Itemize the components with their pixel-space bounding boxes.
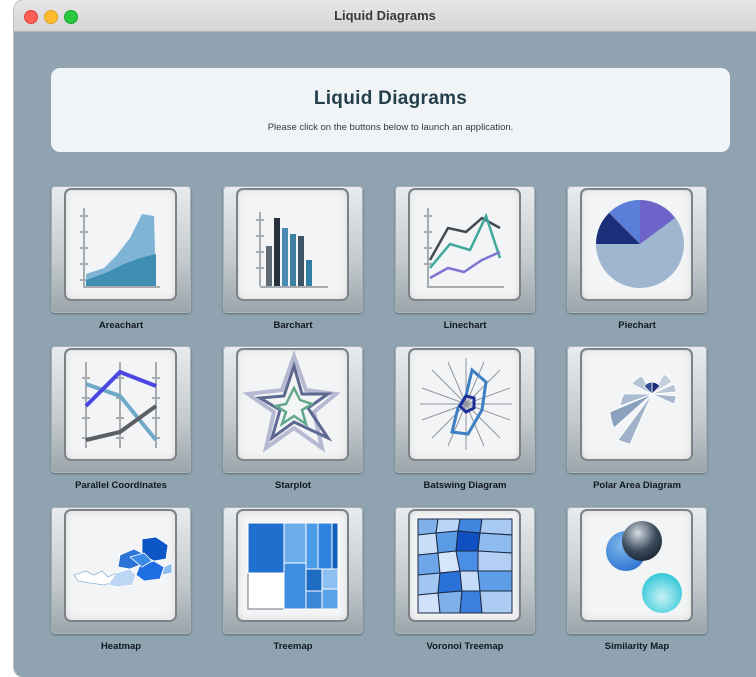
polar-area-diagram-icon <box>580 348 693 461</box>
parallel-coordinates-button[interactable]: Parallel Coordinates <box>51 346 191 491</box>
areachart-icon <box>64 188 177 301</box>
linechart-button[interactable]: Linechart <box>395 186 535 331</box>
barchart-label: Barchart <box>273 320 313 331</box>
barchart-icon <box>236 188 349 301</box>
similarity-map-label: Similarity Map <box>604 641 670 652</box>
piechart-button[interactable]: Piechart <box>567 186 707 331</box>
batswing-diagram-button[interactable]: Batswing Diagram <box>395 346 535 491</box>
header-panel: Liquid Diagrams Please click on the butt… <box>51 68 730 152</box>
areachart-label: Areachart <box>98 320 144 331</box>
heatmap-label: Heatmap <box>100 641 142 652</box>
similarity-map-button[interactable]: Similarity Map <box>567 507 707 652</box>
starplot-label: Starplot <box>275 480 311 491</box>
polar-area-diagram-label: Polar Area Diagram <box>593 480 681 491</box>
treemap-label: Treemap <box>273 641 313 652</box>
voronoi-treemap-label: Voronoi Treemap <box>426 641 504 652</box>
voronoi-treemap-button[interactable]: Voronoi Treemap <box>395 507 535 652</box>
linechart-label: Linechart <box>443 320 487 331</box>
piechart-label: Piechart <box>618 320 656 331</box>
treemap-button[interactable]: Treemap <box>223 507 363 652</box>
starplot-button[interactable]: Starplot <box>223 346 363 491</box>
title-bar: Liquid Diagrams <box>14 0 756 32</box>
heatmap-icon <box>64 509 177 622</box>
treemap-icon <box>236 509 349 622</box>
barchart-button[interactable]: Barchart <box>223 186 363 331</box>
heatmap-button[interactable]: Heatmap <box>51 507 191 652</box>
polar-area-diagram-button[interactable]: Polar Area Diagram <box>567 346 707 491</box>
window-title: Liquid Diagrams <box>334 8 436 23</box>
voronoi-treemap-icon <box>408 509 521 622</box>
parallel-coordinates-label: Parallel Coordinates <box>75 480 167 491</box>
similarity-map-icon <box>580 509 693 622</box>
batswing-diagram-icon <box>408 348 521 461</box>
page-title: Liquid Diagrams <box>313 88 468 109</box>
starplot-icon <box>236 348 349 461</box>
piechart-icon <box>580 188 693 301</box>
batswing-diagram-label: Batswing Diagram <box>423 480 507 491</box>
linechart-icon <box>408 188 521 301</box>
areachart-button[interactable]: Areachart <box>51 186 191 331</box>
parallel-coordinates-icon <box>64 348 177 461</box>
app-window: Liquid Diagrams Liquid Diagrams Please c… <box>14 0 756 677</box>
page-subtitle: Please click on the buttons below to lau… <box>267 122 514 133</box>
